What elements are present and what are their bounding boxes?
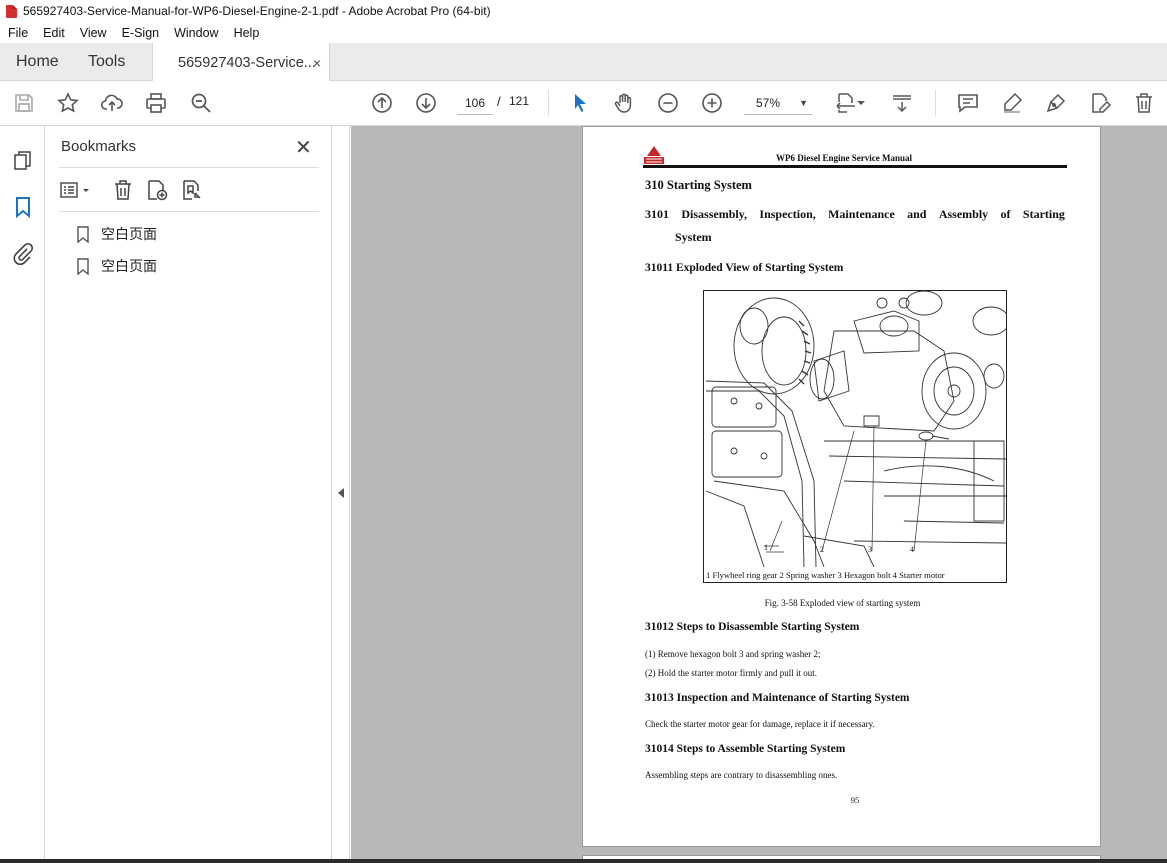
- star-icon[interactable]: [55, 90, 81, 116]
- toolbar-divider: [935, 90, 936, 116]
- document-viewer[interactable]: WP6 Diesel Engine Service Manual 310 Sta…: [351, 126, 1167, 863]
- sign-pen-icon[interactable]: [1043, 90, 1069, 116]
- subsection-heading: 3101 Disassembly, Inspection, Maintenanc…: [645, 207, 1065, 222]
- close-icon[interactable]: ✕: [295, 135, 312, 159]
- callout-label: 4: [910, 545, 914, 554]
- page-number: 95: [850, 795, 860, 805]
- assemble-heading: 31014 Steps to Assemble Starting System: [645, 743, 846, 755]
- heading-word: Starting: [1022, 207, 1065, 221]
- figure-caption: Fig. 3-58 Exploded view of starting syst…: [764, 598, 921, 608]
- manufacturer-logo: [644, 146, 664, 164]
- upload-cloud-icon[interactable]: [99, 90, 125, 116]
- bookmark-options-icon[interactable]: [59, 178, 93, 202]
- inspection-heading: 31013 Inspection and Maintenance of Star…: [645, 692, 910, 704]
- heading-word: of: [1000, 207, 1011, 221]
- zoom-in-icon[interactable]: [699, 90, 725, 116]
- highlight-pen-icon[interactable]: [999, 90, 1025, 116]
- callout-label: 2: [820, 545, 824, 554]
- menu-file[interactable]: File: [8, 26, 28, 40]
- callout-label: 1: [764, 543, 768, 552]
- menu-bar: File Edit View E-Sign Window Help: [0, 22, 1167, 43]
- tab-document-label: 565927403-Service...: [178, 54, 316, 71]
- previous-page-icon[interactable]: [369, 90, 395, 116]
- tab-close-icon[interactable]: ×: [313, 55, 321, 71]
- menu-esign[interactable]: E-Sign: [122, 26, 160, 40]
- left-nav-strip: [0, 126, 45, 863]
- select-cursor-icon[interactable]: [567, 90, 593, 116]
- zoom-out-icon[interactable]: [655, 90, 681, 116]
- bookmark-flag-icon: [77, 225, 89, 243]
- page-thumbnails-icon[interactable]: [10, 148, 36, 174]
- title-bar: 565927403-Service-Manual-for-WP6-Diesel-…: [0, 0, 1167, 22]
- starter-assembly-drawing: [705, 291, 1006, 568]
- page-total: 121: [509, 94, 530, 108]
- bookmark-item-label: 空白页面: [101, 227, 157, 243]
- menu-help[interactable]: Help: [234, 26, 260, 40]
- pdf-page: WP6 Diesel Engine Service Manual 310 Sta…: [582, 126, 1101, 847]
- bookmark-item[interactable]: 空白页面: [77, 254, 157, 278]
- menu-view[interactable]: View: [80, 26, 107, 40]
- callout-label: 3: [868, 545, 872, 554]
- heading-word: Maintenance: [828, 207, 895, 221]
- page-fit-chevron-icon[interactable]: [855, 90, 867, 116]
- window-title: 565927403-Service-Manual-for-WP6-Diesel-…: [23, 4, 491, 18]
- bookmark-item-label: 空白页面: [101, 259, 157, 275]
- next-page-icon[interactable]: [413, 90, 439, 116]
- menu-window[interactable]: Window: [174, 26, 218, 40]
- heading-word: Inspection,: [759, 207, 816, 221]
- attachments-paperclip-icon[interactable]: [10, 240, 36, 266]
- heading-word: Assembly: [938, 207, 989, 221]
- bookmarks-title: Bookmarks: [61, 138, 137, 155]
- zoom-level-select[interactable]: 57% ▼: [744, 91, 812, 115]
- main-toolbar: [0, 81, 1167, 126]
- taskbar-edge: [0, 859, 1167, 863]
- delete-bookmark-icon[interactable]: [111, 178, 135, 202]
- scroll-mode-icon[interactable]: [889, 90, 915, 116]
- hand-tool-icon[interactable]: [611, 90, 637, 116]
- collapse-arrow-icon: [338, 488, 344, 498]
- bookmarks-panel: Bookmarks ✕ 空白页面 空白页面: [45, 126, 332, 863]
- pdf-app-icon: [6, 4, 17, 18]
- chevron-down-icon: ▼: [799, 98, 808, 108]
- disassemble-heading: 31012 Steps to Disassemble Starting Syst…: [645, 621, 860, 633]
- page-header-title: WP6 Diesel Engine Service Manual: [776, 153, 912, 163]
- subsection-heading-continued: System: [675, 230, 712, 244]
- save-icon[interactable]: [11, 90, 37, 116]
- header-rule: [643, 165, 1067, 168]
- toolbar-divider: [548, 90, 549, 116]
- zoom-search-icon[interactable]: [188, 90, 214, 116]
- tab-bar: Home Tools 565927403-Service... ×: [0, 43, 1167, 82]
- heading-word: Disassembly,: [681, 207, 748, 221]
- bookmark-flag-icon: [77, 257, 89, 275]
- zoom-level-value: 57%: [756, 96, 781, 110]
- panel-collapse-handle[interactable]: [332, 126, 350, 863]
- tab-document[interactable]: 565927403-Service... ×: [152, 43, 330, 82]
- disassemble-step: (2) Hold the starter motor firmly and pu…: [645, 668, 817, 678]
- assemble-text: Assembling steps are contrary to disasse…: [645, 770, 838, 780]
- menu-edit[interactable]: Edit: [43, 26, 65, 40]
- edit-pdf-icon[interactable]: [1087, 90, 1113, 116]
- print-icon[interactable]: [143, 90, 169, 116]
- page-separator: /: [497, 94, 501, 109]
- divider: [59, 211, 319, 212]
- bookmark-item[interactable]: 空白页面: [77, 222, 157, 246]
- tab-tools[interactable]: Tools: [88, 43, 125, 81]
- new-bookmark-icon[interactable]: [145, 178, 169, 202]
- figure-part-labels: 1 Flywheel ring gear 2 Spring washer 3 H…: [706, 570, 945, 580]
- heading-word: 3101: [645, 207, 669, 221]
- inspection-text: Check the starter motor gear for damage,…: [645, 719, 875, 729]
- exploded-view-heading: 31011 Exploded View of Starting System: [645, 262, 844, 274]
- disassemble-step: (1) Remove hexagon bolt 3 and spring was…: [645, 649, 821, 659]
- bookmarks-icon[interactable]: [10, 194, 36, 220]
- page-number-input[interactable]: 106: [457, 91, 493, 115]
- section-heading: 310 Starting System: [645, 178, 752, 192]
- bookmark-from-selection-icon[interactable]: [180, 178, 204, 202]
- divider: [59, 167, 319, 168]
- delete-trash-icon[interactable]: [1131, 90, 1157, 116]
- tab-home[interactable]: Home: [16, 43, 59, 81]
- exploded-view-figure: 1 2 3 4 1 Flywheel ring gear 2 Spring wa…: [703, 290, 1007, 583]
- comment-icon[interactable]: [955, 90, 981, 116]
- heading-word: and: [907, 207, 927, 221]
